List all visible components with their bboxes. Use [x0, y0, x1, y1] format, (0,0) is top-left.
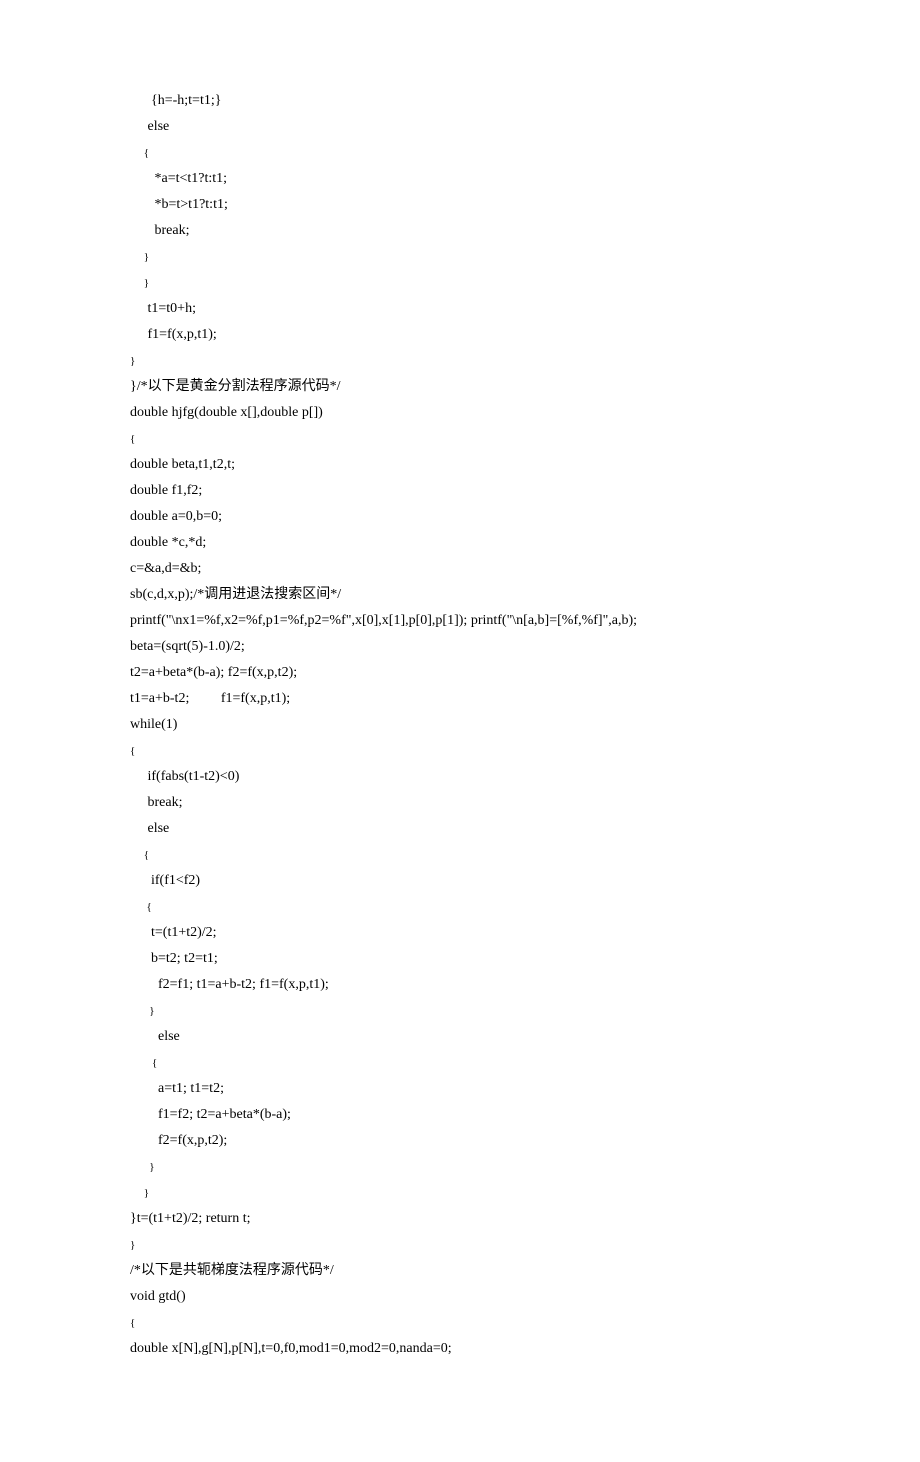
code-line: double x[N],g[N],p[N],t=0,f0,mod1=0,mod2… — [130, 1336, 790, 1362]
code-line: } — [130, 1180, 790, 1206]
code-line: a=t1; t1=t2; — [130, 1076, 790, 1102]
code-line: { — [130, 894, 790, 920]
code-content: {h=-h;t=t1;} else { *a=t<t1?t:t1; *b=t>t… — [130, 88, 790, 1362]
code-line: }t=(t1+t2)/2; return t; — [130, 1206, 790, 1232]
code-line: double hjfg(double x[],double p[]) — [130, 400, 790, 426]
code-line: t2=a+beta*(b-a); f2=f(x,p,t2); — [130, 660, 790, 686]
code-line: { — [130, 426, 790, 452]
code-line: else — [130, 1024, 790, 1050]
code-line: while(1) — [130, 712, 790, 738]
code-line: f1=f2; t2=a+beta*(b-a); — [130, 1102, 790, 1128]
code-line: printf("\nx1=%f,x2=%f,p1=%f,p2=%f",x[0],… — [130, 608, 790, 634]
code-line: } — [130, 244, 790, 270]
code-line: } — [130, 1154, 790, 1180]
code-line: { — [130, 842, 790, 868]
code-line: if(fabs(t1-t2)<0) — [130, 764, 790, 790]
code-line: else — [130, 816, 790, 842]
code-line: sb(c,d,x,p);/*调用进退法搜索区间*/ — [130, 582, 790, 608]
code-line: { — [130, 140, 790, 166]
code-line: {h=-h;t=t1;} — [130, 88, 790, 114]
code-line: else — [130, 114, 790, 140]
code-line: f1=f(x,p,t1); — [130, 322, 790, 348]
code-line: t=(t1+t2)/2; — [130, 920, 790, 946]
code-line: b=t2; t2=t1; — [130, 946, 790, 972]
code-line: *a=t<t1?t:t1; — [130, 166, 790, 192]
document-page: {h=-h;t=t1;} else { *a=t<t1?t:t1; *b=t>t… — [0, 0, 920, 1462]
code-line: double f1,f2; — [130, 478, 790, 504]
code-line: void gtd() — [130, 1284, 790, 1310]
code-line: } — [130, 270, 790, 296]
code-line: /*以下是共轭梯度法程序源代码*/ — [130, 1258, 790, 1284]
code-line: if(f1<f2) — [130, 868, 790, 894]
code-line: break; — [130, 218, 790, 244]
code-line: break; — [130, 790, 790, 816]
code-line: double beta,t1,t2,t; — [130, 452, 790, 478]
code-line: { — [130, 1310, 790, 1336]
code-line: *b=t>t1?t:t1; — [130, 192, 790, 218]
code-line: }/*以下是黄金分割法程序源代码*/ — [130, 374, 790, 400]
code-line: t1=a+b-t2; f1=f(x,p,t1); — [130, 686, 790, 712]
code-line: f2=f(x,p,t2); — [130, 1128, 790, 1154]
code-line: t1=t0+h; — [130, 296, 790, 322]
code-line: } — [130, 998, 790, 1024]
code-line: beta=(sqrt(5)-1.0)/2; — [130, 634, 790, 660]
code-line: c=&a,d=&b; — [130, 556, 790, 582]
code-line: double *c,*d; — [130, 530, 790, 556]
code-line: } — [130, 1232, 790, 1258]
code-line: f2=f1; t1=a+b-t2; f1=f(x,p,t1); — [130, 972, 790, 998]
code-line: { — [130, 1050, 790, 1076]
code-line: { — [130, 738, 790, 764]
code-line: double a=0,b=0; — [130, 504, 790, 530]
code-line: } — [130, 348, 790, 374]
